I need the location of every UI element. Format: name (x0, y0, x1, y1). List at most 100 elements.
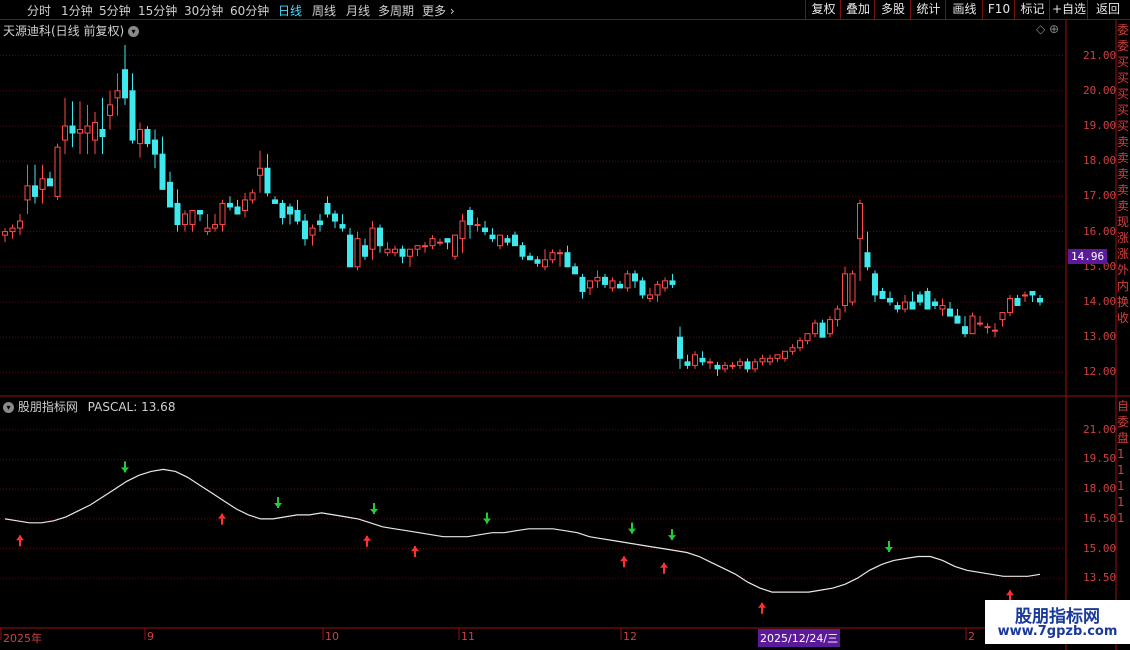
candle-body (84, 125, 91, 134)
candle-body (572, 266, 578, 275)
sell-arrow-icon (370, 503, 378, 515)
quote-field-label: 1 (1117, 495, 1125, 509)
quote-field-label: 卖 (1117, 183, 1130, 197)
quote-field-label: 1 (1117, 447, 1125, 461)
y-tick-label: 16.50 (1083, 511, 1117, 525)
quote-field-label: 买 (1117, 87, 1130, 101)
toolbar-button[interactable]: 多股 (874, 0, 911, 19)
y-tick-label: 13.00 (1083, 330, 1117, 344)
candle-body (954, 315, 961, 324)
quote-field-label: 买 (1117, 55, 1130, 69)
candle-body (497, 234, 503, 247)
indicator-panel-title: ▾ 股朋指标网 PASCAL: 13.68 (3, 398, 175, 415)
candle-body (932, 301, 938, 307)
toolbar-button[interactable]: +自选 (1049, 0, 1088, 19)
candle-body (534, 259, 541, 264)
candle-body (144, 129, 151, 145)
candle-body (564, 252, 571, 268)
toolbar-button[interactable]: 画线 (945, 0, 983, 19)
indicator-value: PASCAL: 13.68 (87, 400, 176, 414)
candle-body (47, 178, 53, 187)
quote-field-label: 涨 (1117, 247, 1130, 261)
candle-body (879, 290, 886, 299)
timeframe-tab[interactable]: 30分钟 (184, 2, 223, 19)
toolbar-button[interactable]: F10 (982, 0, 1015, 19)
y-tick-label: 15.00 (1083, 541, 1117, 555)
toolbar-button[interactable]: 复权 (805, 0, 841, 19)
candle-body (392, 248, 398, 254)
candle-body (347, 234, 353, 268)
cursor-date-label: 2025/12/24/三 (758, 629, 841, 647)
candle-body (549, 252, 556, 261)
settings-diamond-icons[interactable]: ◇ ⊕ (1036, 22, 1059, 36)
quote-field-label: 卖 (1117, 199, 1130, 213)
watermark: 股朋指标网 www.7gpzb.com (985, 600, 1130, 644)
buy-arrow-icon (16, 535, 24, 547)
candle-body (519, 245, 526, 257)
chevron-down-icon[interactable]: ▾ (3, 402, 14, 413)
candle-body (624, 273, 631, 289)
candle-body (2, 231, 8, 236)
timeframe-tab[interactable]: 1分钟 (61, 2, 93, 19)
candle-body (219, 202, 226, 226)
candle-body (632, 273, 638, 282)
candle-body (1037, 297, 1043, 303)
candle-body (887, 297, 893, 303)
quote-field-label: 1 (1117, 463, 1125, 477)
y-tick-label: 13.50 (1083, 571, 1117, 585)
candle-body (602, 276, 608, 285)
candle-body (317, 220, 323, 226)
current-price-badge: 14.96 (1068, 249, 1108, 264)
chevron-down-icon[interactable]: ▾ (128, 26, 140, 37)
candle-body (812, 322, 818, 335)
candle-body (1029, 290, 1036, 296)
candle-body (309, 227, 316, 236)
buy-arrow-icon (620, 556, 628, 568)
x-tick-label: 11 (461, 630, 475, 643)
timeframe-tab[interactable]: 5分钟 (99, 2, 131, 19)
timeframe-tab[interactable]: 60分钟 (230, 2, 269, 19)
candle-body (437, 241, 443, 244)
candle-body (369, 227, 376, 250)
candle-body (542, 259, 548, 268)
timeframe-tab[interactable]: 多周期 (378, 2, 414, 19)
sell-arrow-icon (628, 522, 636, 534)
candle-body (287, 206, 293, 215)
candle-body (849, 273, 856, 303)
toolbar-button[interactable]: 叠加 (840, 0, 875, 19)
toolbar-button[interactable]: 统计 (910, 0, 946, 19)
timeframe-tab[interactable]: 周线 (312, 2, 336, 19)
candle-body (902, 301, 908, 310)
toolbar-button[interactable]: 标记 (1014, 0, 1050, 19)
timeframe-tab[interactable]: 日线 (278, 2, 302, 19)
timeframe-tab[interactable]: 月线 (346, 2, 370, 19)
candle-body (992, 329, 998, 332)
candle-body (789, 347, 796, 352)
candle-body (1022, 294, 1028, 297)
toolbar-button[interactable]: 返回 (1087, 0, 1128, 19)
candle-body (294, 209, 301, 222)
candle-body (212, 224, 218, 229)
quote-field-label: 现 (1117, 215, 1130, 229)
x-tick-label: 10 (325, 630, 339, 643)
y-tick-label: 19.50 (1083, 452, 1117, 466)
timeframe-tab[interactable]: 更多 › (422, 2, 455, 19)
candle-body (692, 354, 698, 366)
candle-body (834, 308, 841, 321)
candle-body (114, 90, 121, 99)
y-tick-label: 21.00 (1083, 48, 1117, 62)
timeframe-tab[interactable]: 15分钟 (138, 2, 177, 19)
candle-body (924, 290, 931, 310)
y-tick-label: 18.00 (1083, 154, 1117, 168)
candle-body (894, 305, 901, 310)
candle-body (189, 209, 196, 226)
quote-side-strip-lower[interactable]: 自委盘 1 1 1 1 1 (1117, 398, 1130, 598)
candle-body (174, 202, 181, 226)
quote-side-strip[interactable]: 委委买买买买买卖卖卖卖卖现涨涨外内换收 (1117, 22, 1130, 394)
timeframe-tab[interactable]: 分时 (27, 2, 51, 19)
sell-arrow-icon (668, 529, 676, 541)
candle-body (917, 294, 923, 303)
main-panel-title: 天源迪科(日线 前复权) ▾ (3, 22, 140, 39)
candle-body (452, 234, 458, 257)
x-tick-label: 9 (147, 630, 154, 643)
